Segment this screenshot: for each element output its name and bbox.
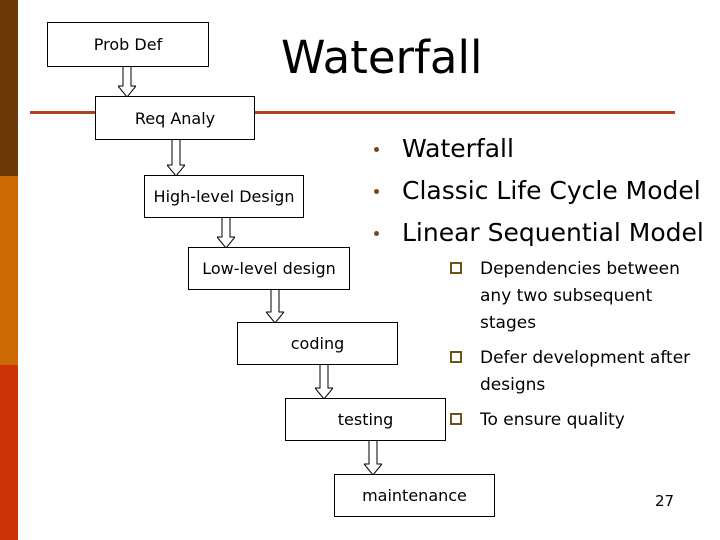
main-bullet-list: Waterfall Classic Life Cycle Model Linea… xyxy=(374,128,704,254)
bullet-dot-icon xyxy=(374,231,379,236)
sidebar-color-bands xyxy=(0,0,18,540)
sub-bullet-label: Defer development after designs xyxy=(480,348,691,395)
square-bullet-icon xyxy=(450,262,462,274)
sub-bullet-label: Dependencies between any two subsequent … xyxy=(480,259,680,333)
list-item: Waterfall xyxy=(374,128,704,170)
flow-arrow-down-icon xyxy=(167,139,185,176)
sub-bullet-list: Dependencies between any two subsequent … xyxy=(450,256,712,442)
sub-bullet-label: To ensure quality xyxy=(480,410,625,430)
slide-title: Waterfall xyxy=(281,31,483,84)
list-item: Dependencies between any two subsequent … xyxy=(450,256,712,337)
flow-arrow-down-icon xyxy=(118,66,136,97)
list-item: Defer development after designs xyxy=(450,345,712,399)
page-number: 27 xyxy=(655,492,675,510)
flow-arrow-down-icon xyxy=(217,217,235,248)
bullet-label: Linear Sequential Model xyxy=(402,218,704,247)
sidebar-band-top xyxy=(0,0,18,176)
flow-box-prob-def[interactable]: Prob Def xyxy=(47,22,209,67)
flow-box-req-analy[interactable]: Req Analy xyxy=(95,96,255,140)
flow-box-low-level-design[interactable]: Low-level design xyxy=(188,247,350,290)
slide-canvas: Waterfall Waterfall Classic Life Cycle M… xyxy=(0,0,720,540)
bullet-label: Classic Life Cycle Model xyxy=(402,176,701,205)
list-item: Classic Life Cycle Model xyxy=(374,170,704,212)
bullet-dot-icon xyxy=(374,147,379,152)
square-bullet-icon xyxy=(450,413,462,425)
sidebar-band-middle xyxy=(0,176,18,365)
flow-arrow-down-icon xyxy=(266,289,284,323)
list-item: To ensure quality xyxy=(450,407,712,434)
list-item: Linear Sequential Model xyxy=(374,212,704,254)
flow-box-high-level-design[interactable]: High-level Design xyxy=(144,175,304,218)
bullet-dot-icon xyxy=(374,189,379,194)
sidebar-band-bottom xyxy=(0,365,18,540)
bullet-label: Waterfall xyxy=(402,134,514,163)
flow-box-coding[interactable]: coding xyxy=(237,322,398,365)
flow-box-testing[interactable]: testing xyxy=(285,398,446,441)
flow-box-maintenance[interactable]: maintenance xyxy=(334,474,495,517)
square-bullet-icon xyxy=(450,351,462,363)
flow-arrow-down-icon xyxy=(364,440,382,475)
flow-arrow-down-icon xyxy=(315,364,333,399)
